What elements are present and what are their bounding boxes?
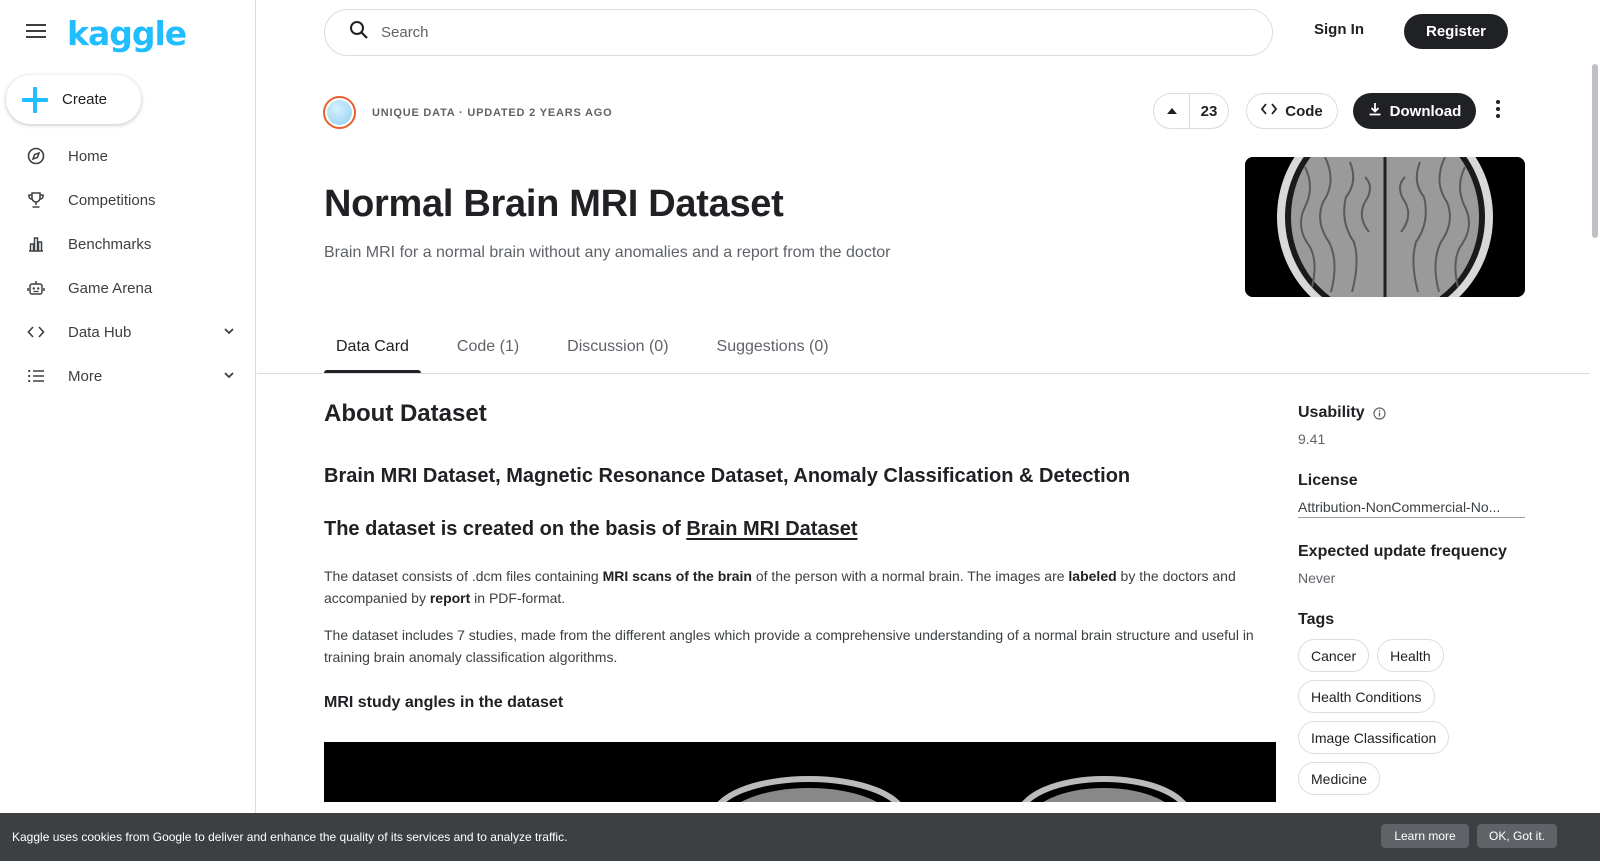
chevron-down-icon[interactable]	[222, 368, 236, 387]
tab-bar: Data Card Code (1) Discussion (0) Sugges…	[324, 338, 865, 374]
page-subtitle: Brain MRI for a normal brain without any…	[324, 244, 891, 261]
scrollbar-thumb[interactable]	[1592, 64, 1598, 238]
metadata-panel: Usability 9.41 License Attribution-NonCo…	[1298, 404, 1525, 828]
code-button[interactable]: Code	[1246, 93, 1338, 129]
source-heading-prefix: The dataset is created on the basis of	[324, 518, 687, 540]
sidebar-item-game-arena[interactable]: Game Arena	[0, 266, 256, 310]
license-label: License	[1298, 472, 1358, 489]
menu-icon[interactable]	[26, 24, 46, 40]
robot-icon	[26, 278, 46, 298]
sidebar-item-home[interactable]: Home	[0, 134, 256, 178]
text: of the person with a normal brain. The i…	[751, 568, 1069, 584]
list-icon	[26, 366, 46, 386]
bold-text: labeled	[1068, 568, 1117, 584]
tab-suggestions[interactable]: Suggestions (0)	[705, 338, 841, 374]
owner-meta: UNIQUE DATA · UPDATED 2 YEARS AGO	[372, 107, 613, 119]
frequency-label: Expected update frequency	[1298, 543, 1507, 560]
bold-text: MRI scans of the brain	[602, 568, 752, 584]
dataset-thumbnail	[1245, 157, 1525, 297]
tag-list: Cancer Health Health Conditions Image Cl…	[1298, 639, 1525, 803]
license-section: License Attribution-NonCommercial-No...	[1298, 472, 1525, 518]
license-link[interactable]: Attribution-NonCommercial-No...	[1298, 499, 1525, 518]
usability-section: Usability 9.41	[1298, 404, 1525, 447]
mri-angles-image	[324, 742, 1276, 802]
source-dataset-link[interactable]: Brain MRI Dataset	[686, 518, 857, 540]
page-title: Normal Brain MRI Dataset	[324, 183, 784, 225]
code-brackets-icon	[26, 322, 46, 342]
tab-discussion[interactable]: Discussion (0)	[555, 338, 680, 374]
sidebar-item-data-hub[interactable]: Data Hub	[0, 310, 256, 354]
upvote-button[interactable]	[1154, 94, 1190, 128]
tag-chip[interactable]: Image Classification	[1298, 721, 1450, 754]
sidebar-item-label: Home	[68, 147, 109, 165]
source-heading: The dataset is created on the basis of B…	[324, 518, 1276, 541]
tag-chip[interactable]: Health Conditions	[1298, 680, 1435, 713]
data-card-content: About Dataset Brain MRI Dataset, Magneti…	[324, 400, 1276, 802]
tag-chip[interactable]: Medicine	[1298, 762, 1381, 795]
sidebar-item-benchmarks[interactable]: Benchmarks	[0, 222, 256, 266]
tab-code[interactable]: Code (1)	[445, 338, 531, 374]
download-button[interactable]: Download	[1353, 93, 1476, 129]
tag-chip[interactable]: Cancer	[1298, 639, 1370, 672]
frequency-value: Never	[1298, 570, 1336, 586]
plus-icon	[22, 86, 48, 113]
dataset-heading: Brain MRI Dataset, Magnetic Resonance Da…	[324, 465, 1131, 487]
tag-chip[interactable]: Health	[1377, 639, 1444, 672]
main-content: Search Sign In Register UNIQUE DATA · UP…	[257, 0, 1590, 861]
chevron-down-icon[interactable]	[222, 324, 236, 343]
sign-in-link[interactable]: Sign In	[1314, 21, 1364, 38]
frequency-section: Expected update frequency Never	[1298, 543, 1525, 586]
code-button-label: Code	[1285, 102, 1323, 120]
sidebar: kaggle Create Home Competitions Benchmar…	[0, 0, 256, 861]
sidebar-item-more[interactable]: More	[0, 354, 256, 398]
vote-widget: 23	[1153, 93, 1229, 129]
text: in PDF-format.	[470, 590, 566, 606]
sidebar-item-label: Data Hub	[68, 323, 132, 341]
search-input[interactable]: Search	[324, 9, 1273, 56]
about-heading: About Dataset	[324, 400, 487, 427]
download-button-label: Download	[1389, 102, 1462, 120]
text: The dataset consists of .dcm files conta…	[324, 568, 603, 584]
tab-divider	[257, 373, 1590, 374]
register-button[interactable]: Register	[1404, 14, 1508, 49]
sidebar-item-label: Benchmarks	[68, 235, 152, 253]
sidebar-item-label: Competitions	[68, 191, 156, 209]
search-placeholder: Search	[381, 24, 429, 41]
sidebar-nav: Home Competitions Benchmarks Game Arena …	[0, 134, 256, 398]
bold-text: report	[429, 590, 471, 606]
caret-up-icon	[1166, 108, 1177, 114]
tags-label: Tags	[1298, 611, 1335, 628]
usability-label: Usability	[1298, 404, 1365, 421]
search-icon	[349, 20, 369, 45]
angles-heading: MRI study angles in the dataset	[324, 694, 564, 711]
bar-chart-icon	[26, 234, 46, 254]
ok-got-it-button[interactable]: OK, Got it.	[1477, 824, 1557, 848]
cookie-banner: Kaggle uses cookies from Google to deliv…	[0, 813, 1600, 861]
download-icon	[1368, 102, 1382, 120]
page-scrollbar[interactable]	[1590, 0, 1600, 861]
tags-section: Tags Cancer Health Health Conditions Ima…	[1298, 611, 1525, 803]
owner-avatar[interactable]	[323, 96, 356, 129]
learn-more-button[interactable]: Learn more	[1381, 824, 1469, 848]
kaggle-logo[interactable]: kaggle	[67, 14, 187, 53]
sidebar-item-label: Game Arena	[68, 279, 153, 297]
compass-icon	[26, 146, 46, 166]
trophy-icon	[26, 190, 46, 210]
create-label: Create	[62, 91, 108, 108]
more-options-icon[interactable]	[1494, 100, 1502, 122]
description-paragraph: The dataset consists of .dcm files conta…	[324, 565, 1276, 609]
cookie-text: Kaggle uses cookies from Google to deliv…	[12, 830, 568, 844]
info-icon[interactable]	[1373, 406, 1386, 420]
tab-data-card[interactable]: Data Card	[324, 338, 421, 374]
sidebar-item-label: More	[68, 367, 103, 385]
usability-value: 9.41	[1298, 431, 1326, 447]
studies-paragraph: The dataset includes 7 studies, made fro…	[324, 627, 1254, 665]
create-button[interactable]: Create	[6, 75, 141, 124]
sidebar-item-competitions[interactable]: Competitions	[0, 178, 256, 222]
code-brackets-icon	[1261, 102, 1278, 120]
vote-count[interactable]: 23	[1190, 103, 1228, 120]
